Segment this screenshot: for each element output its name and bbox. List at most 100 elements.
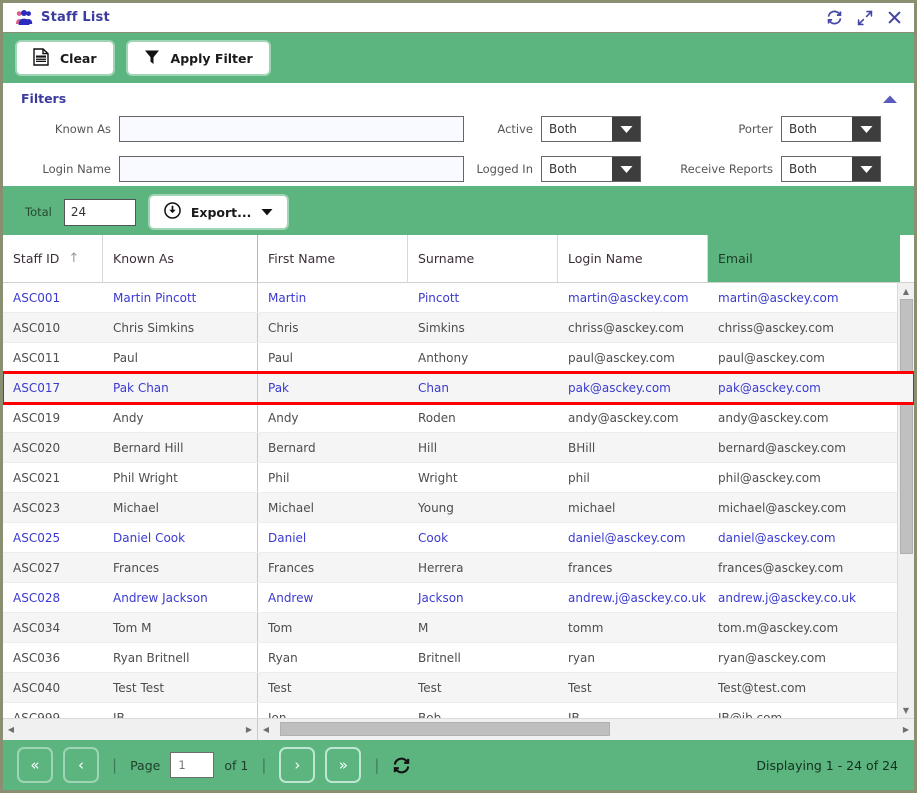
login-name-input[interactable]	[119, 156, 464, 182]
cell-known-as[interactable]: Pak Chan	[103, 373, 258, 402]
table-row[interactable]: ASC025 Daniel Cook Daniel Cook daniel@asckey…	[3, 523, 914, 553]
cell-staff-id[interactable]: ASC025	[3, 523, 103, 552]
table-row[interactable]: ASC034 Tom M Tom Mtomm tom.m@asckey.com	[3, 613, 914, 643]
column-header-staff-id[interactable]: Staff ID ↑	[3, 235, 103, 282]
table-row[interactable]: ASC017 Pak Chan Pak Chan pak@asckey.com pak@a…	[3, 371, 914, 405]
active-select[interactable]: Both	[541, 116, 641, 142]
cell-staff-id: ASC036	[13, 650, 61, 665]
cell-known-as: JB	[103, 703, 258, 718]
cell-surname[interactable]: Pincott	[408, 283, 558, 312]
previous-page-button[interactable]: ‹	[63, 747, 99, 783]
scroll-up-icon[interactable]: ▲	[898, 283, 915, 299]
refresh-icon[interactable]	[826, 9, 843, 26]
cell-first-name: Chris	[268, 320, 299, 335]
export-button[interactable]: Export...	[147, 194, 290, 230]
cell-email[interactable]: martin@asckey.com	[708, 283, 900, 312]
cell-login-name: frances	[568, 560, 613, 575]
cell-staff-id[interactable]: ASC001	[3, 283, 103, 312]
table-row[interactable]: ASC019 Andy Andy Roden andy@asckey.com andy@a…	[3, 403, 914, 433]
vertical-scroll-thumb[interactable]	[899, 299, 913, 554]
column-header-surname[interactable]: Surname	[408, 235, 558, 282]
chevron-up-icon[interactable]	[882, 93, 898, 107]
cell-first-name[interactable]: Pak	[258, 373, 408, 402]
table-row[interactable]: ASC011 Paul Paul Anthony paul@asckey.com paul…	[3, 343, 914, 373]
filter-receive-reports-label: Receive Reports	[680, 162, 773, 176]
filter-logged-in-row: Logged In Both	[473, 156, 673, 182]
expand-icon[interactable]	[857, 10, 873, 26]
cell-known-as: Test Test	[103, 673, 258, 702]
cell-known-as[interactable]: Martin Pincott	[103, 283, 258, 312]
cell-first-name[interactable]: Martin	[258, 283, 408, 312]
scroll-down-icon[interactable]: ▼	[898, 702, 915, 718]
scroll-left-icon[interactable]: ◀	[258, 725, 274, 734]
cell-first-name[interactable]: Daniel	[258, 523, 408, 552]
cell-login-name[interactable]: daniel@asckey.com	[558, 523, 708, 552]
main-scroll-track[interactable]	[274, 719, 898, 740]
next-page-button[interactable]: ›	[279, 747, 316, 783]
cell-email[interactable]: pak@asckey.com	[708, 373, 900, 402]
pagination-footer: « ‹ | Page 1 of 1 | › » | Displaying 1 -…	[3, 740, 914, 790]
last-page-button[interactable]: »	[325, 747, 362, 783]
cell-first-name: Ryan	[268, 650, 298, 665]
cell-known-as: Andy	[103, 403, 258, 432]
cell-staff-id[interactable]: ASC028	[3, 583, 103, 612]
filter-porter-label: Porter	[738, 122, 773, 136]
cell-first-name[interactable]: Andrew	[258, 583, 408, 612]
filters-column-text: Known As Login Name	[3, 116, 473, 182]
filters-panel: Filters Known As Login Name Active Both …	[3, 83, 914, 189]
clear-button[interactable]: Clear	[15, 40, 115, 76]
table-row[interactable]: ASC010 Chris Simkins Chris Simkins chriss@as…	[3, 313, 914, 343]
frozen-horizontal-scrollbar[interactable]: ◀ ▶	[3, 719, 258, 740]
scroll-right-icon[interactable]: ▶	[241, 725, 257, 734]
scroll-left-icon[interactable]: ◀	[3, 725, 19, 734]
porter-select[interactable]: Both	[781, 116, 881, 142]
main-horizontal-scrollbar[interactable]: ◀ ▶	[258, 719, 914, 740]
frozen-scroll-track[interactable]	[19, 719, 241, 740]
table-row[interactable]: ASC021 Phil Wright Phil Wright phil phil@asck…	[3, 463, 914, 493]
column-header-known-as[interactable]: Known As	[103, 235, 258, 282]
close-icon[interactable]	[887, 10, 902, 25]
porter-select-value: Both	[782, 117, 852, 141]
chevron-down-icon	[612, 157, 640, 181]
filters-column-active: Active Both Logged In Both	[473, 116, 673, 182]
column-header-first-name[interactable]: First Name	[258, 235, 408, 282]
cell-first-name: Paul	[268, 350, 293, 365]
cell-surname[interactable]: Cook	[408, 523, 558, 552]
table-row[interactable]: ASC036 Ryan Britnell Ryan Britnell ryan ryan@…	[3, 643, 914, 673]
table-row[interactable]: ASC028 Andrew Jackson Andrew Jackson andrew.…	[3, 583, 914, 613]
chevron-down-icon	[261, 205, 273, 219]
cell-surname[interactable]: Chan	[408, 373, 558, 402]
table-row[interactable]: ASC001 Martin Pincott Martin Pincott martin@…	[3, 283, 914, 313]
table-row[interactable]: ASC027 Frances Frances Herrera frances france…	[3, 553, 914, 583]
first-page-button[interactable]: «	[17, 747, 53, 783]
cell-staff-id[interactable]: ASC017	[3, 373, 103, 402]
cell-email[interactable]: daniel@asckey.com	[708, 523, 900, 552]
cell-login-name: chriss@asckey.com	[568, 320, 684, 335]
table-row[interactable]: ASC023 Michael Michael Young michael michael@…	[3, 493, 914, 523]
cell-known-as[interactable]: Daniel Cook	[103, 523, 258, 552]
table-row[interactable]: ASC040 Test Test Test Test Test Test@test.com	[3, 673, 914, 703]
table-row[interactable]: ASC020 Bernard Hill Bernard Hill BHill bernar…	[3, 433, 914, 463]
cell-login-name[interactable]: andrew.j@asckey.co.uk	[558, 583, 708, 612]
scroll-right-icon[interactable]: ▶	[898, 725, 914, 734]
table-row[interactable]: ASC999 JB Jon Bob JB JB@jb.com	[3, 703, 914, 718]
column-header-login-name[interactable]: Login Name	[558, 235, 708, 282]
title-bar-actions	[826, 9, 906, 26]
cell-staff-id: ASC011	[13, 350, 61, 365]
receive-reports-select[interactable]: Both	[781, 156, 881, 182]
filter-active-label: Active	[497, 122, 533, 136]
cell-login-name[interactable]: pak@asckey.com	[558, 373, 708, 402]
known-as-input[interactable]	[119, 116, 464, 142]
cell-login-name[interactable]: martin@asckey.com	[558, 283, 708, 312]
page-number-input[interactable]: 1	[170, 752, 215, 778]
filter-active-row: Active Both	[473, 116, 673, 142]
cell-surname[interactable]: Jackson	[408, 583, 558, 612]
cell-known-as[interactable]: Andrew Jackson	[103, 583, 258, 612]
refresh-icon[interactable]	[392, 756, 411, 775]
cell-staff-id: ASC999	[13, 710, 61, 719]
vertical-scrollbar[interactable]: ▲ ▼	[897, 283, 914, 718]
apply-filter-button[interactable]: Apply Filter	[125, 40, 271, 76]
cell-email[interactable]: andrew.j@asckey.co.uk	[708, 583, 900, 612]
column-header-email[interactable]: Email	[708, 235, 900, 282]
logged-in-select[interactable]: Both	[541, 156, 641, 182]
